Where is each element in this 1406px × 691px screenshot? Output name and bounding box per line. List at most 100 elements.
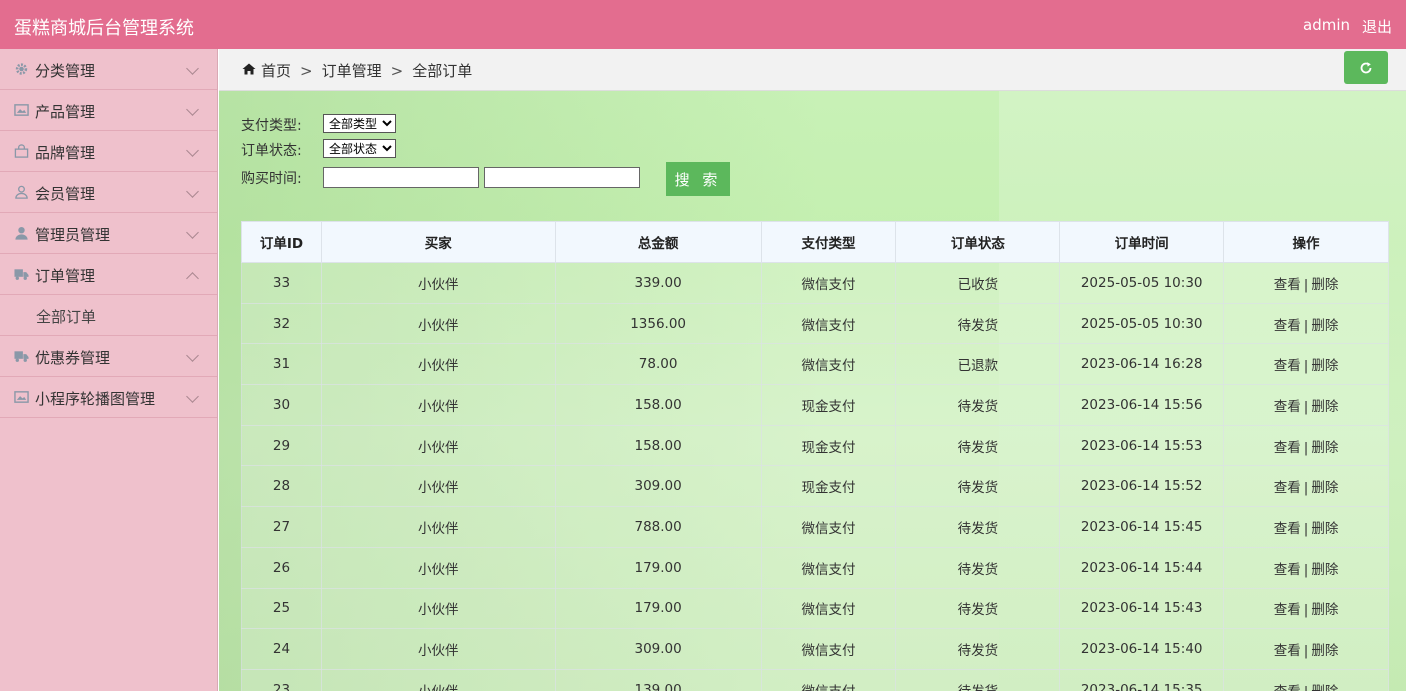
action-separator: | [1303, 317, 1309, 334]
sidebar-item-label: 优惠券管理 [35, 349, 111, 367]
view-link[interactable]: 查看 [1274, 318, 1301, 334]
buyer-cell: 小伙伴 [320, 546, 556, 589]
gear-icon [15, 63, 28, 75]
view-link[interactable]: 查看 [1274, 480, 1301, 496]
action-separator: | [1304, 684, 1309, 691]
column-header-time: 订单时间 [1059, 221, 1225, 263]
pay-type-cell: 微信支付 [760, 302, 897, 345]
order-time-cell: 2023-06-14 15:53 [1059, 424, 1225, 467]
actions-cell: 查看|删除 [1223, 343, 1389, 386]
amount-cell: 158.00 [554, 384, 762, 426]
order-id-cell: 24 [241, 628, 322, 670]
refresh-button[interactable] [1344, 51, 1388, 84]
table-row: 24 小伙伴 309.00 微信支付 待发货 2023-06-14 15:40 查看 | 删除 [241, 628, 1389, 670]
delete-link[interactable]: 删除 [1311, 684, 1338, 691]
table-header-row: 订单ID 买家 总金额 支付类型 订单状态 订单时间 操作 [241, 221, 1389, 263]
pay-type-cell: 现金支付 [760, 465, 897, 508]
view-link[interactable]: 查看 [1274, 521, 1301, 537]
delete-link[interactable]: 删除 [1311, 643, 1338, 659]
order-id-cell: 31 [241, 343, 322, 386]
sidebar-item-category[interactable]: 分类管理 [0, 49, 217, 90]
amount-cell: 339.00 [554, 262, 762, 304]
username: admin [1303, 16, 1350, 34]
actions-cell: 查看|删除 [1223, 506, 1389, 548]
order-id-cell: 26 [241, 546, 322, 589]
delete-link[interactable]: 删除 [1311, 277, 1338, 293]
action-separator: | [1303, 480, 1309, 497]
order-id-cell: 33 [241, 262, 322, 304]
truck-icon [14, 269, 29, 280]
delete-link[interactable]: 删除 [1311, 399, 1338, 415]
order-time-cell: 2023-06-14 15:40 [1059, 628, 1225, 670]
purchase-time-label: 购买时间: [241, 171, 302, 187]
top-header: 蛋糕商城后台管理系统 admin 退出 [0, 0, 1406, 49]
user-icon [15, 227, 28, 240]
sidebar-item-product[interactable]: 产品管理 [0, 90, 217, 131]
image-icon [14, 104, 29, 116]
sidebar-item-label: 管理员管理 [35, 226, 111, 244]
orders-table-body: 33 小伙伴 339.00 微信支付 已收货 2025-05-05 10:30 查看 | 删除 3… [241, 262, 1389, 691]
table-row: 25 小伙伴 179.00 微信支付 待发货 2023-06-14 15:43 查看 | 删除 [241, 587, 1389, 630]
view-link[interactable]: 查看 [1274, 399, 1301, 415]
pay-type-select[interactable]: 全部类型 [323, 114, 396, 133]
start-time-input[interactable] [323, 167, 479, 188]
sidebar-item-brand[interactable]: 品牌管理 [0, 131, 217, 172]
search-button[interactable]: 搜 索 [666, 162, 730, 196]
breadcrumb-separator: > [390, 62, 404, 80]
order-time-cell: 2023-06-14 15:35 [1059, 668, 1225, 691]
table-row: 33 小伙伴 339.00 微信支付 已收货 2025-05-05 10:30 查看 | 删除 [241, 262, 1389, 304]
order-time-cell: 2023-06-14 15:56 [1059, 384, 1225, 426]
breadcrumb-home[interactable]: 首页 [261, 62, 291, 80]
column-header-id: 订单ID [241, 221, 322, 263]
actions-cell: 查看|删除 [1223, 587, 1389, 630]
buyer-cell: 小伙伴 [320, 302, 556, 345]
action-separator: | [1303, 276, 1309, 293]
pay-type-cell: 现金支付 [760, 384, 897, 426]
column-header-buyer: 买家 [320, 221, 556, 263]
order-id-cell: 23 [241, 668, 322, 691]
view-link[interactable]: 查看 [1274, 643, 1301, 659]
status-cell: 已退款 [895, 343, 1061, 386]
pay-type-cell: 微信支付 [760, 343, 897, 386]
action-separator: | [1303, 439, 1309, 456]
actions-cell: 查看|删除 [1223, 424, 1389, 467]
sidebar-item-admin[interactable]: 管理员管理 [0, 213, 217, 254]
buyer-cell: 小伙伴 [320, 587, 556, 630]
sidebar-subitem-all-orders[interactable]: 全部订单 [0, 295, 217, 336]
status-cell: 待发货 [895, 587, 1061, 630]
delete-link[interactable]: 删除 [1311, 480, 1338, 496]
view-link[interactable]: 查看 [1274, 602, 1301, 618]
chevron-up-icon [186, 272, 199, 285]
order-status-select[interactable]: 全部状态 [323, 139, 396, 158]
sidebar-item-banner[interactable]: 小程序轮播图管理 [0, 377, 217, 418]
status-cell: 待发货 [895, 384, 1061, 426]
breadcrumb-separator: > [300, 62, 313, 80]
amount-cell: 179.00 [554, 546, 762, 589]
status-row: 订单状态: 全部状态 [241, 139, 396, 160]
sidebar-item-coupons[interactable]: 优惠券管理 [0, 336, 217, 377]
buyer-cell: 小伙伴 [320, 506, 556, 548]
delete-link[interactable]: 删除 [1311, 440, 1338, 456]
action-separator: | [1303, 520, 1309, 537]
actions-cell: 查看|删除 [1223, 262, 1389, 304]
chevron-down-icon [186, 62, 199, 75]
pay-type-cell: 现金支付 [760, 424, 897, 467]
sidebar-item-member[interactable]: 会员管理 [0, 172, 217, 213]
end-time-input[interactable] [484, 167, 640, 188]
chevron-down-icon [186, 185, 199, 198]
view-link[interactable]: 查看 [1274, 684, 1301, 691]
view-link[interactable]: 查看 [1274, 358, 1301, 374]
view-link[interactable]: 查看 [1274, 277, 1301, 293]
delete-link[interactable]: 删除 [1311, 521, 1338, 537]
delete-link[interactable]: 删除 [1311, 562, 1338, 578]
sidebar-item-orders[interactable]: 订单管理 [0, 254, 217, 295]
amount-cell: 1356.00 [554, 302, 762, 345]
view-link[interactable]: 查看 [1274, 440, 1301, 456]
delete-link[interactable]: 删除 [1311, 318, 1338, 334]
delete-link[interactable]: 删除 [1311, 602, 1338, 618]
delete-link[interactable]: 删除 [1311, 358, 1338, 374]
view-link[interactable]: 查看 [1274, 562, 1301, 578]
breadcrumb-orders[interactable]: 订单管理 [322, 62, 382, 80]
app-title: 蛋糕商城后台管理系统 [14, 18, 194, 39]
logout-link[interactable]: 退出 [1362, 16, 1392, 37]
